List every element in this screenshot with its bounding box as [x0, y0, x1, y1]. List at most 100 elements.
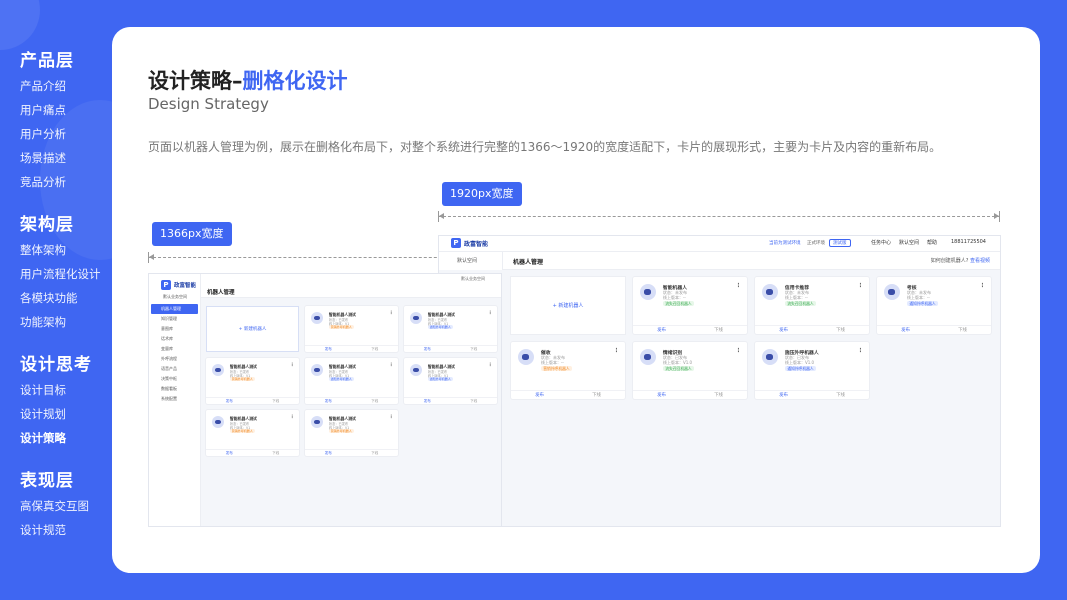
nav-section-title: 设计思考 — [20, 355, 92, 375]
robot-card[interactable]: 情绪识别 状态：已发布 线上版本：V1.0 流失召回机器人 ⋮ 发布 下线 — [633, 342, 747, 399]
publish-button[interactable]: 发布 — [755, 326, 812, 334]
robot-card[interactable]: 智能机器人测试 状态：已发布 线上版本：V1 营销外呼机器人 ⋮ 发布 下线 — [305, 410, 398, 456]
publish-button[interactable]: 发布 — [404, 398, 451, 404]
offline-button[interactable]: 下线 — [253, 398, 300, 404]
publish-button[interactable]: 发布 — [877, 326, 934, 334]
robot-avatar-icon — [639, 283, 656, 300]
offline-button[interactable]: 下线 — [352, 450, 399, 456]
robot-card[interactable]: 智能机器人测试 状态：已发布 线上版本：V1 营销外呼机器人 ⋮ 发布 下线 — [305, 306, 398, 352]
robot-type-badge: 流失召回机器人 — [662, 365, 694, 372]
test-button[interactable]: 测试版 — [829, 239, 851, 247]
sidebar-menu-item[interactable]: 决策中枢 — [151, 374, 198, 384]
offline-button[interactable]: 下线 — [568, 391, 625, 399]
robot-card[interactable]: 智能机器人测试 状态：已发布 线上版本：V1 通知外呼机器人 ⋮ 发布 下线 — [404, 358, 497, 404]
nav-item[interactable]: 高保真交互图 — [20, 494, 110, 518]
publish-button[interactable]: 发布 — [404, 346, 451, 352]
nav-item[interactable]: 整体架构 — [20, 238, 110, 262]
publish-button[interactable]: 发布 — [305, 346, 352, 352]
robot-card[interactable]: 智能机器人测试 状态：已发布 线上版本：V1 通知外呼机器人 ⋮ 发布 下线 — [404, 306, 497, 352]
robot-card[interactable]: 智能机器人测试 状态：已发布 线上版本：V1 通知外呼机器人 ⋮ 发布 下线 — [305, 358, 398, 404]
more-icon[interactable]: ⋮ — [389, 415, 394, 420]
nav-item[interactable]: 场景描述 — [20, 146, 110, 170]
more-icon[interactable]: ⋮ — [290, 415, 295, 420]
sidebar-menu-item[interactable]: 话术库 — [151, 334, 198, 344]
robot-card[interactable]: 催收 状态：未发布 线上版本：-- 营销外呼机器人 ⋮ 发布 下线 — [511, 342, 625, 399]
robot-card[interactable]: 信用卡推荐 状态：未发布 线上版本：-- 流失召回机器人 ⋮ 发布 下线 — [755, 277, 869, 334]
publish-button[interactable]: 发布 — [511, 391, 568, 399]
nav-item[interactable]: 用户痛点 — [20, 98, 110, 122]
robot-avatar-icon — [310, 415, 324, 429]
more-icon[interactable]: ⋮ — [858, 348, 864, 354]
sidebar-menu-item[interactable]: 系统配置 — [151, 394, 198, 404]
nav-group: 设计思考设计目标 设计规划 设计策略 — [20, 350, 110, 450]
sidebar-menu-item[interactable]: 意图库 — [151, 324, 198, 334]
offline-button[interactable]: 下线 — [690, 391, 747, 399]
help-link[interactable]: 如何创建机器人? — [931, 258, 969, 264]
sidebar-menu-item[interactable]: 变量库 — [151, 344, 198, 354]
more-icon[interactable]: ⋮ — [389, 363, 394, 368]
offline-button[interactable]: 下线 — [812, 391, 869, 399]
offline-button[interactable]: 下线 — [934, 326, 991, 334]
more-icon[interactable]: ⋮ — [389, 311, 394, 316]
more-icon[interactable]: ⋮ — [488, 363, 493, 368]
more-icon[interactable]: ⋮ — [858, 283, 864, 289]
width-tag-1366: 1366px宽度 — [152, 222, 232, 246]
sidebar-menu-item[interactable]: 外呼流程 — [151, 354, 198, 364]
space-switch[interactable]: 默认业务空间 — [461, 276, 485, 282]
robot-card[interactable]: 考核 状态：未发布 线上版本：-- 通知外呼机器人 ⋮ 发布 下线 — [877, 277, 991, 334]
offline-button[interactable]: 下线 — [352, 346, 399, 352]
robot-card[interactable]: 智能机器人测试 状态：已发布 线上版本：V1 营销外呼机器人 ⋮ 发布 下线 — [206, 358, 299, 404]
robot-card[interactable]: 智能机器人 状态：未发布 线上版本：-- 流失召回机器人 ⋮ 发布 下线 — [633, 277, 747, 334]
new-robot-button[interactable]: + 新建机器人 — [511, 277, 625, 334]
side-nav: 产品层 产品介绍 用户痛点 用户分析 场景描述 竞品分析 架构层 整体架构 用户流程化设计 各模块… — [20, 46, 110, 558]
more-icon[interactable]: ⋮ — [488, 311, 493, 316]
robot-card[interactable]: 智能机器人测试 状态：已发布 线上版本：V1 营销外呼机器人 ⋮ 发布 下线 — [206, 410, 299, 456]
nav-item[interactable]: 功能架构 — [20, 310, 110, 334]
card-footer: 发布 下线 — [877, 324, 991, 334]
offline-button[interactable]: 下线 — [812, 326, 869, 334]
publish-button[interactable]: 发布 — [305, 398, 352, 404]
sidebar-menu-item[interactable]: 语音产品 — [151, 364, 198, 374]
card-footer: 发布 下线 — [755, 389, 869, 399]
user-phone[interactable]: 18811725504 — [951, 239, 986, 245]
nav-item[interactable]: 产品介绍 — [20, 74, 110, 98]
offline-button[interactable]: 下线 — [451, 346, 498, 352]
top-link[interactable]: 帮助 — [927, 239, 937, 246]
publish-button[interactable]: 发布 — [206, 450, 253, 456]
offline-button[interactable]: 下线 — [352, 398, 399, 404]
more-icon[interactable]: ⋮ — [614, 348, 620, 354]
robot-card[interactable]: 施压外呼机器人 状态：已发布 线上版本：V1.0 通知外呼机器人 ⋮ 发布 下线 — [755, 342, 869, 399]
nav-item[interactable]: 设计规范 — [20, 518, 110, 542]
more-icon[interactable]: ⋮ — [736, 348, 742, 354]
nav-item[interactable]: 用户流程化设计 — [20, 262, 110, 286]
publish-button[interactable]: 发布 — [755, 391, 812, 399]
mockup-1920-space: P 政富智能 默认空间 — [439, 238, 503, 270]
publish-button[interactable]: 发布 — [633, 326, 690, 334]
top-link[interactable]: 任务中心 — [871, 239, 891, 246]
card-footer: 发布 下线 — [755, 324, 869, 334]
offline-button[interactable]: 下线 — [451, 398, 498, 404]
nav-item[interactable]: 设计策略 — [20, 426, 110, 450]
publish-button[interactable]: 发布 — [206, 398, 253, 404]
nav-item[interactable]: 用户分析 — [20, 122, 110, 146]
robot-type-badge: 通知外呼机器人 — [427, 324, 453, 330]
space-label: 默认空间 — [457, 258, 478, 264]
offline-button[interactable]: 下线 — [690, 326, 747, 334]
publish-button[interactable]: 发布 — [633, 391, 690, 399]
offline-button[interactable]: 下线 — [253, 450, 300, 456]
publish-button[interactable]: 发布 — [305, 450, 352, 456]
more-icon[interactable]: ⋮ — [980, 283, 986, 289]
nav-item[interactable]: 设计目标 — [20, 378, 110, 402]
sidebar-menu-item[interactable]: 机器人管理 — [151, 304, 198, 314]
sidebar-menu-item[interactable]: 数据看板 — [151, 384, 198, 394]
nav-item[interactable]: 设计规划 — [20, 402, 110, 426]
nav-item[interactable]: 竞品分析 — [20, 170, 110, 194]
new-robot-button[interactable]: + 新建机器人 — [206, 306, 299, 352]
more-icon[interactable]: ⋮ — [290, 363, 295, 368]
nav-item[interactable]: 各模块功能 — [20, 286, 110, 310]
more-icon[interactable]: ⋮ — [736, 283, 742, 289]
watch-video-link[interactable]: 查看视频 — [970, 258, 990, 264]
robot-avatar-icon — [211, 363, 225, 377]
top-link[interactable]: 默认空间 — [899, 239, 919, 246]
sidebar-menu-item[interactable]: 知识管理 — [151, 314, 198, 324]
